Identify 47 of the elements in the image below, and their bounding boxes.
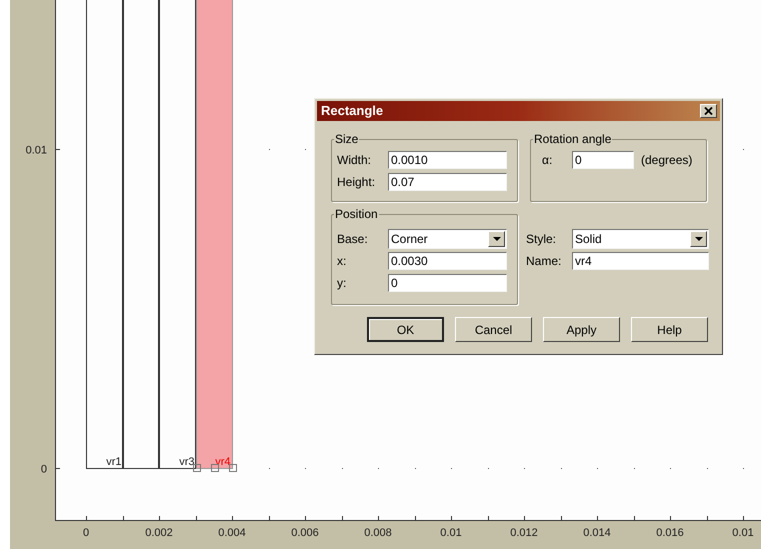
tick-label: 0.004 bbox=[218, 527, 246, 539]
tick-label: 0 bbox=[40, 464, 47, 476]
input-field[interactable]: 0.0030 bbox=[388, 252, 507, 270]
dialog-button[interactable]: Help bbox=[631, 317, 708, 342]
dropdown[interactable]: Corner bbox=[388, 229, 507, 249]
dialog-button[interactable]: OK bbox=[367, 317, 444, 342]
tick-label: 0.006 bbox=[291, 527, 319, 539]
dropdown[interactable]: Solid bbox=[572, 229, 709, 249]
dropdown-value: Solid bbox=[574, 231, 602, 248]
close-button[interactable] bbox=[700, 104, 717, 118]
tick-label: 0.008 bbox=[364, 527, 392, 539]
shape-label: vr3 bbox=[179, 456, 194, 468]
tick-label: 0.01 bbox=[440, 527, 462, 539]
input-field[interactable]: 0.07 bbox=[388, 173, 507, 191]
input-field[interactable]: 0.0010 bbox=[388, 151, 507, 169]
dialog-button[interactable]: Cancel bbox=[455, 317, 532, 342]
window-title: Rectangle bbox=[321, 102, 384, 120]
field-label: Style: bbox=[526, 231, 558, 248]
group-label: Rotation angle bbox=[533, 131, 612, 148]
group-label: Position bbox=[334, 206, 379, 223]
group-label: Size bbox=[334, 131, 360, 148]
field-label: α: bbox=[542, 152, 554, 169]
shape-label: vr4 bbox=[215, 456, 230, 468]
input-field[interactable]: 0 bbox=[572, 151, 634, 169]
dialog-button[interactable]: Apply bbox=[543, 317, 620, 342]
field-label: x: bbox=[337, 253, 348, 270]
selection-handle[interactable] bbox=[211, 464, 219, 472]
input-field[interactable]: vr4 bbox=[572, 252, 709, 270]
field-label: Width: bbox=[337, 152, 372, 169]
selection-handle[interactable] bbox=[193, 464, 201, 472]
tick-label: 0.002 bbox=[145, 527, 173, 539]
tick-label: 0.01 bbox=[732, 527, 754, 539]
tick-label: 0.016 bbox=[656, 527, 684, 539]
field-label: y: bbox=[337, 275, 348, 292]
tick-label: 0 bbox=[82, 527, 90, 539]
unit-label: (degrees) bbox=[641, 152, 692, 169]
input-field[interactable]: 0 bbox=[388, 274, 507, 292]
field-label: Height: bbox=[337, 174, 376, 191]
tick-label: 0.012 bbox=[510, 527, 538, 539]
tick-label: 0.014 bbox=[583, 527, 611, 539]
field-label: Name: bbox=[526, 253, 562, 270]
tick-label: 0.01 bbox=[26, 144, 47, 156]
dropdown-value: Corner bbox=[390, 231, 428, 248]
close-icon bbox=[704, 107, 713, 115]
shape-label: vr1 bbox=[106, 456, 122, 468]
field-label: Base: bbox=[337, 231, 369, 248]
selection-handle[interactable] bbox=[229, 464, 237, 472]
